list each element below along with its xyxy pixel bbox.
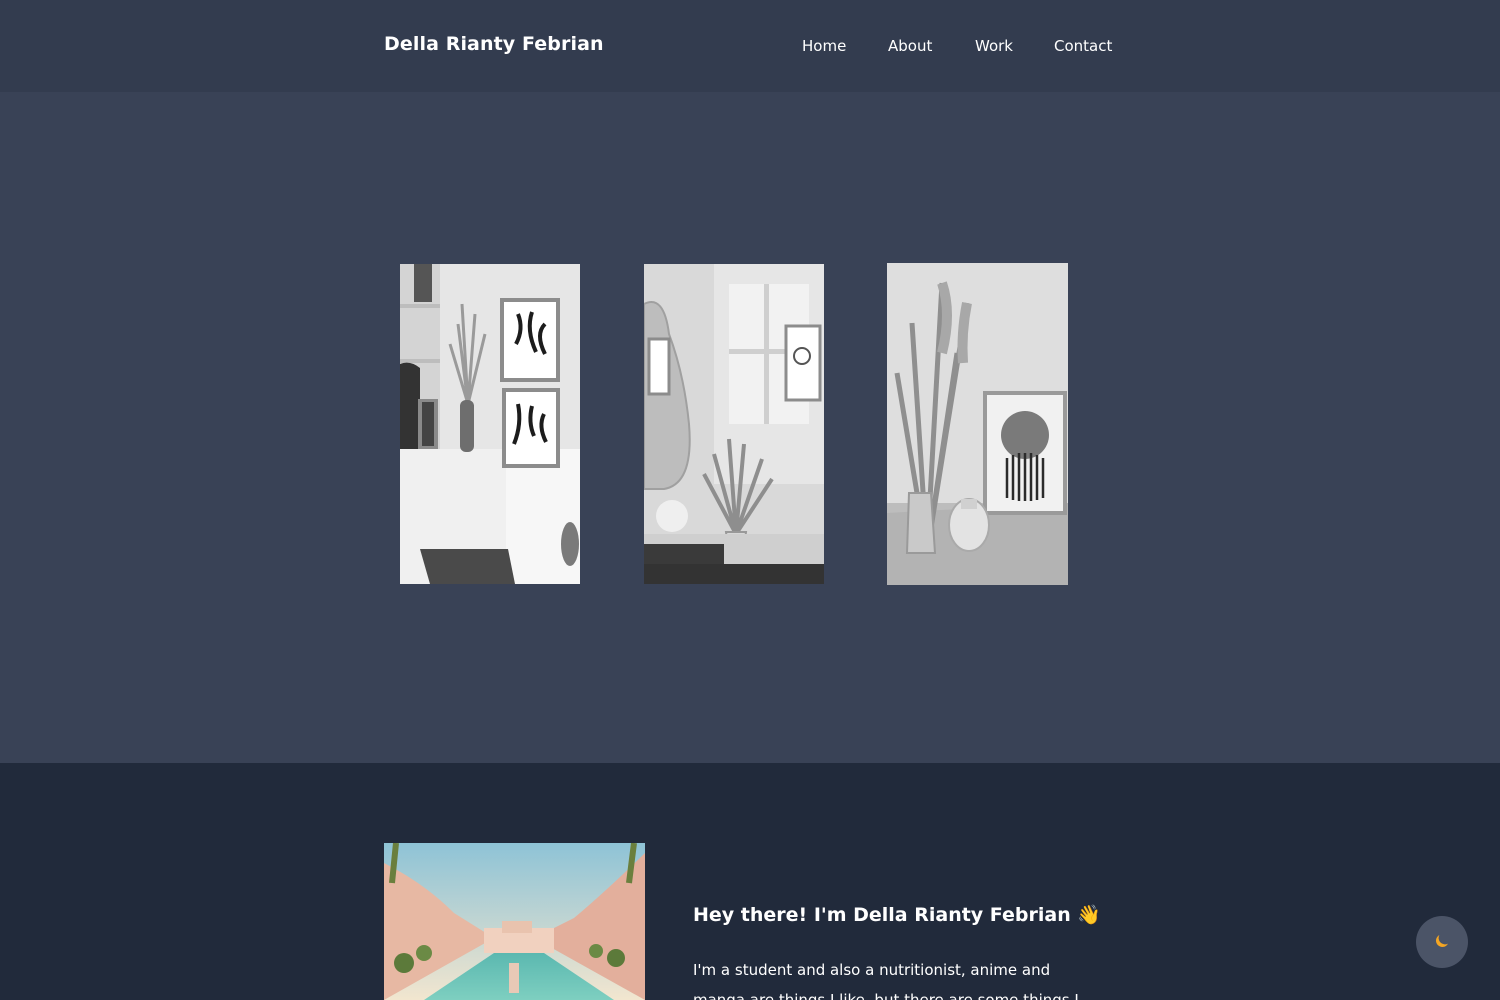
about-photo: [384, 843, 645, 1000]
about-text: I'm a student and also a nutritionist, a…: [693, 961, 1079, 1000]
moon-icon: [1433, 932, 1451, 953]
gallery-photo-pampas-vase: [887, 263, 1068, 585]
gallery-photo-mirror-pampas: [644, 264, 824, 584]
nav-home[interactable]: Home: [802, 37, 846, 55]
main-nav: Home About Work Contact: [0, 37, 1500, 57]
about-title: Hey there! I'm Della Rianty Febrian 👋: [693, 904, 1102, 926]
nav-about[interactable]: About: [888, 37, 932, 55]
gallery-photo-interior-shelf: [400, 264, 580, 584]
nav-work[interactable]: Work: [975, 37, 1013, 55]
site-header: Della Rianty Febrian Home About Work Con…: [0, 0, 1500, 92]
nav-contact[interactable]: Contact: [1054, 37, 1112, 55]
theme-toggle-button[interactable]: [1416, 916, 1468, 968]
